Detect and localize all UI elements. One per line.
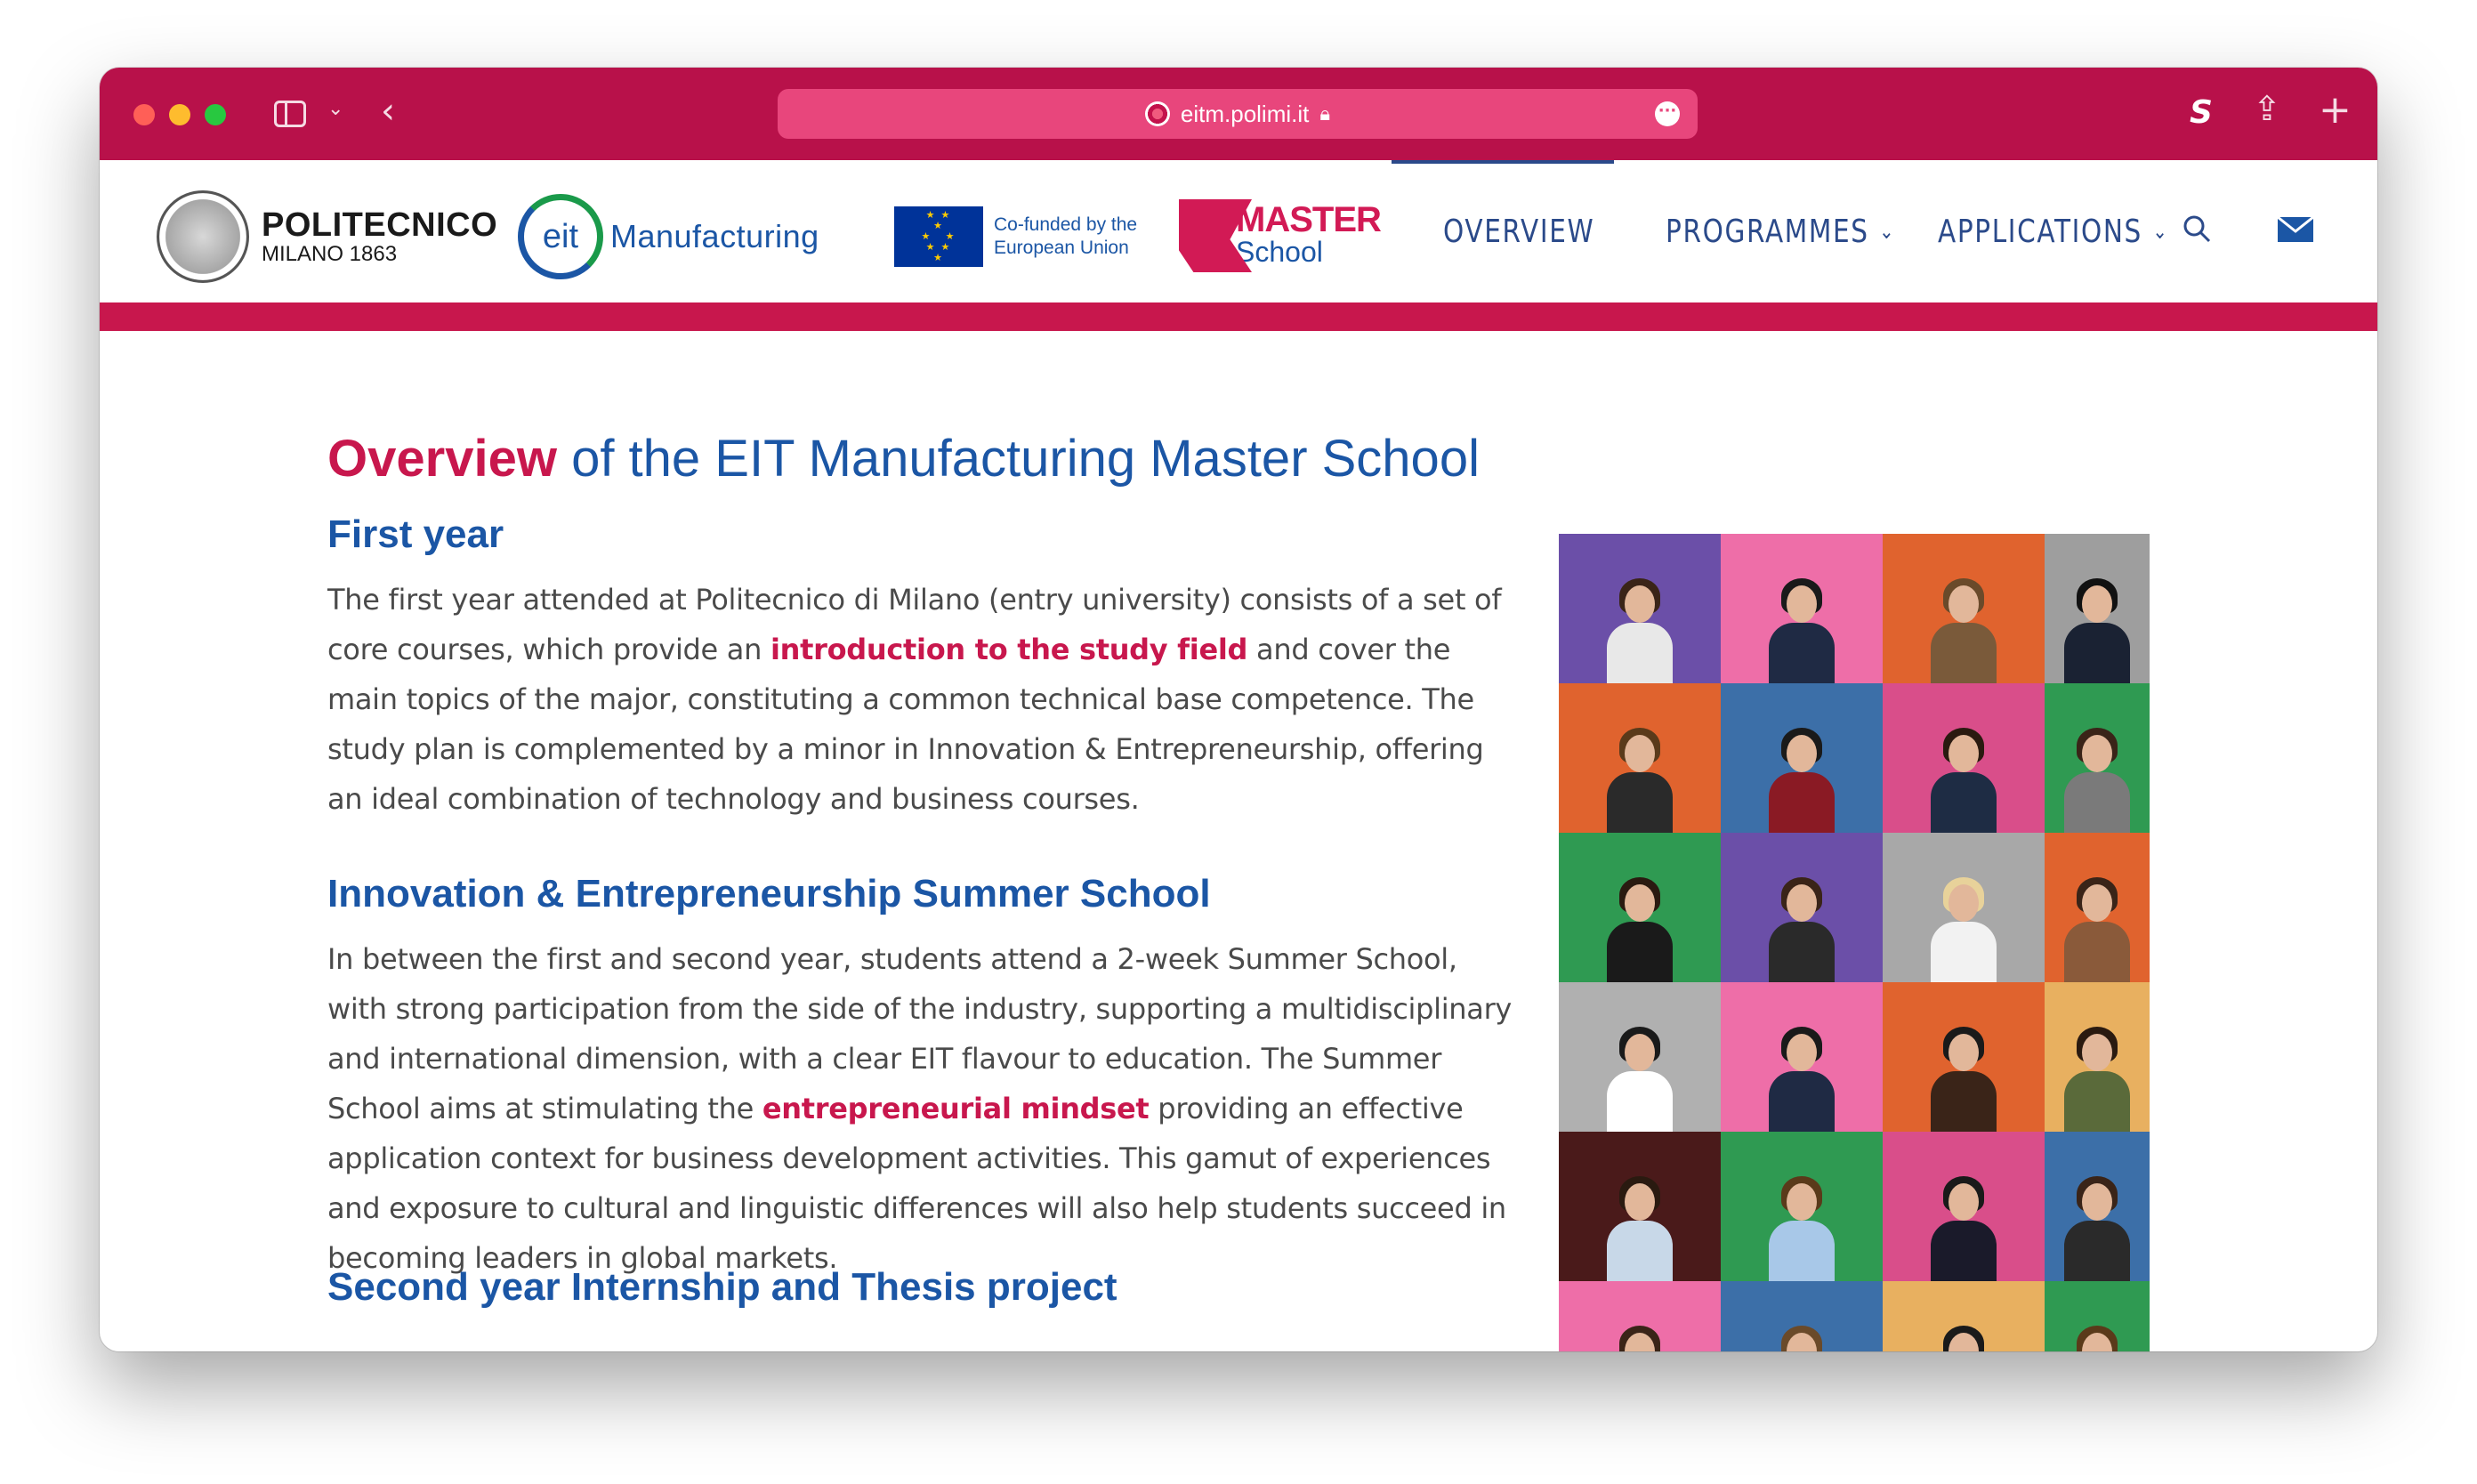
- student-photo-grid: [1559, 534, 2150, 1351]
- new-tab-icon[interactable]: +: [2319, 87, 2352, 133]
- browser-window: ⌄ ‹ eitm.polimi.it 🔒︎ ··· S ⇪ + POLITECN…: [100, 68, 2377, 1351]
- site-header: POLITECNICO MILANO 1863 eit Manufacturin…: [100, 160, 2377, 302]
- student-photo: [1883, 982, 2045, 1132]
- student-photo: [2045, 534, 2150, 683]
- eu-cofunded-logo: ★ ★ ★ ★ ★ ★ ★ ★ Co-funded by the European …: [894, 206, 1137, 267]
- nav-applications[interactable]: APPLICATIONS ⌄: [1938, 160, 2169, 302]
- student-photo: [1559, 534, 1721, 683]
- section-heading-second-year: Second year Internship and Thesis projec…: [327, 1265, 1117, 1309]
- student-photo: [2045, 833, 2150, 982]
- student-photo: [1883, 683, 2045, 833]
- url-text: eitm.polimi.it: [1180, 100, 1310, 127]
- section-heading-summer-school: Innovation & Entrepreneurship Summer Sch…: [327, 872, 1211, 915]
- politecnico-logo[interactable]: POLITECNICO MILANO 1863: [157, 190, 497, 283]
- extension-icon[interactable]: S: [2190, 94, 2213, 131]
- address-bar[interactable]: eitm.polimi.it 🔒︎ ···: [778, 89, 1698, 139]
- student-photo: [1721, 982, 1883, 1132]
- eu-text-line1: Co-funded by the: [994, 214, 1138, 235]
- student-photo: [1883, 833, 2045, 982]
- section-heading-first-year: First year: [327, 512, 504, 556]
- lock-icon: 🔒︎: [1319, 102, 1331, 125]
- eit-manufacturing-logo[interactable]: eit Manufacturing: [518, 194, 819, 279]
- student-photo: [2045, 1281, 2150, 1351]
- highlight-text: introduction to the study field: [770, 633, 1248, 666]
- master-school-logo[interactable]: MASTER School: [1179, 199, 1382, 272]
- share-icon[interactable]: ⇪: [2253, 89, 2281, 128]
- mail-icon[interactable]: [2278, 217, 2313, 242]
- site-favicon-icon: [1144, 101, 1170, 126]
- page-title: Overview of the EIT Manufacturing Master…: [327, 429, 1480, 488]
- close-window-button[interactable]: [133, 104, 155, 125]
- zoom-window-button[interactable]: [205, 104, 226, 125]
- chevron-down-icon: ⌄: [1879, 219, 1896, 244]
- student-photo: [1883, 534, 2045, 683]
- eit-ring-icon: eit: [518, 194, 603, 279]
- eit-wordmark: Manufacturing: [610, 218, 819, 254]
- student-photo: [2045, 1132, 2150, 1281]
- student-photo: [1721, 1281, 1883, 1351]
- search-icon[interactable]: [2182, 214, 2212, 244]
- student-photo: [1721, 833, 1883, 982]
- eu-text-line2: European Union: [994, 238, 1129, 258]
- student-photo: [1559, 982, 1721, 1132]
- main-content: Overview of the EIT Manufacturing Master…: [100, 331, 2377, 1351]
- student-photo: [1883, 1132, 2045, 1281]
- nav-programmes[interactable]: PROGRAMMES ⌄: [1666, 160, 1895, 302]
- chevron-down-icon[interactable]: ⌄: [327, 98, 343, 120]
- student-photo: [2045, 982, 2150, 1132]
- page-title-accent: Overview: [327, 430, 557, 488]
- more-options-icon[interactable]: ···: [1655, 101, 1680, 126]
- student-photo: [1721, 683, 1883, 833]
- master-word: MASTER: [1236, 200, 1382, 239]
- student-photo: [1559, 833, 1721, 982]
- section-paragraph-first-year: The first year attended at Politecnico d…: [327, 583, 1502, 816]
- chevron-down-icon: ⌄: [2152, 219, 2169, 244]
- student-photo: [2045, 683, 2150, 833]
- school-word: School: [1236, 236, 1323, 268]
- section-paragraph-summer-school: In between the first and second year, st…: [327, 942, 1513, 1275]
- browser-toolbar: ⌄ ‹ eitm.polimi.it 🔒︎ ··· S ⇪ +: [100, 68, 2377, 160]
- eu-flag-icon: ★ ★ ★ ★ ★ ★ ★ ★: [894, 206, 983, 267]
- student-photo: [1721, 1132, 1883, 1281]
- student-photo: [1559, 1281, 1721, 1351]
- highlight-text: entrepreneurial mindset: [762, 1092, 1150, 1125]
- nav-overview[interactable]: OVERVIEW: [1443, 160, 1594, 302]
- sidebar-toggle-icon[interactable]: [274, 101, 306, 127]
- student-photo: [1721, 534, 1883, 683]
- politecnico-name: POLITECNICO: [262, 206, 498, 244]
- politecnico-subtitle: MILANO 1863: [262, 242, 398, 266]
- minimize-window-button[interactable]: [169, 104, 190, 125]
- student-photo: [1559, 1132, 1721, 1281]
- header-accent-strip: [100, 302, 2377, 331]
- student-photo: [1559, 683, 1721, 833]
- politecnico-seal-icon: [157, 190, 249, 283]
- student-photo: [1883, 1281, 2045, 1351]
- page-title-rest: of the EIT Manufacturing Master School: [556, 430, 1480, 488]
- back-arrow-icon[interactable]: ‹: [381, 91, 395, 132]
